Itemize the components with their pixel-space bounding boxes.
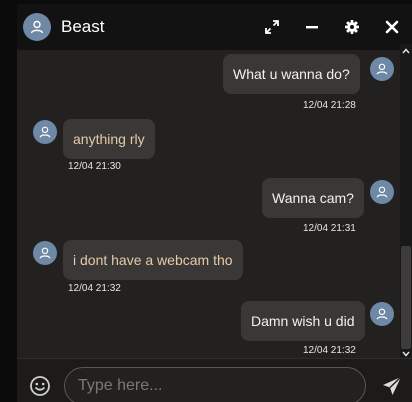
scroll-thumb[interactable]	[401, 246, 411, 349]
user-icon	[376, 308, 388, 320]
message-list[interactable]: What u wanna do? 12/04 21:28 anything rl…	[17, 50, 412, 358]
message-time: 12/04 21:32	[68, 283, 121, 294]
message-time: 12/04 21:32	[303, 345, 356, 356]
close-button[interactable]	[382, 17, 402, 37]
scroll-up-arrow[interactable]	[400, 46, 412, 56]
message-outgoing: Wanna cam?	[262, 178, 364, 218]
message-bubble: Wanna cam?	[262, 178, 364, 218]
message-outgoing: Damn wish u did	[241, 301, 365, 341]
chevron-down-icon	[402, 351, 410, 357]
message-time: 12/04 21:28	[303, 100, 356, 111]
emoji-button[interactable]	[29, 375, 51, 397]
user-icon	[376, 186, 388, 198]
composer-bar	[17, 358, 412, 402]
message-incoming: i dont have a webcam tho	[63, 240, 243, 280]
message-bubble: i dont have a webcam tho	[63, 240, 243, 280]
avatar	[33, 120, 57, 144]
expand-icon	[265, 20, 279, 34]
user-icon	[39, 126, 51, 138]
user-icon	[39, 247, 51, 259]
avatar	[370, 302, 394, 326]
minimize-button[interactable]	[302, 17, 322, 37]
settings-button[interactable]	[342, 17, 362, 37]
message-input[interactable]	[64, 367, 366, 402]
close-icon	[385, 20, 399, 34]
message-outgoing: What u wanna do?	[223, 54, 360, 94]
send-icon	[383, 376, 402, 395]
chat-window: Beast What u wanna do? 12/04 21:28 anyth…	[17, 4, 412, 402]
expand-button[interactable]	[262, 17, 282, 37]
contact-name: Beast	[61, 17, 105, 36]
avatar	[370, 57, 394, 81]
avatar	[33, 241, 57, 265]
message-time: 12/04 21:30	[68, 161, 121, 172]
chat-header: Beast	[17, 4, 412, 50]
contact-avatar[interactable]	[23, 13, 51, 41]
chevron-up-icon	[402, 48, 410, 54]
message-bubble: anything rly	[63, 119, 155, 159]
minimize-icon	[306, 26, 318, 29]
message-scrollbar[interactable]	[400, 44, 412, 362]
send-button[interactable]	[381, 375, 403, 397]
emoji-icon	[30, 376, 50, 396]
message-time: 12/04 21:31	[303, 223, 356, 234]
avatar	[370, 180, 394, 204]
message-incoming: anything rly	[63, 119, 155, 159]
user-icon	[30, 20, 44, 34]
message-bubble: Damn wish u did	[241, 301, 365, 341]
message-bubble: What u wanna do?	[223, 54, 360, 94]
user-icon	[376, 63, 388, 75]
gear-icon	[345, 20, 359, 34]
